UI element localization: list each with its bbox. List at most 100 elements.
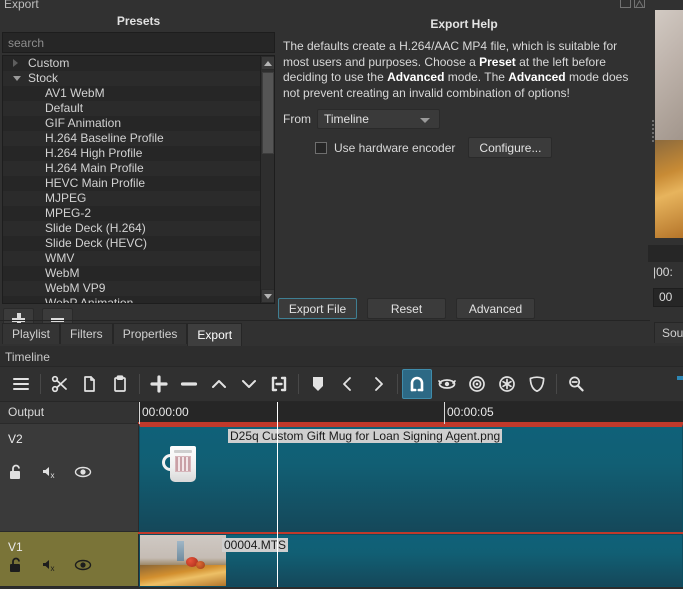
- export-help-section: Export Help The defaults create a H.264/…: [280, 13, 648, 293]
- unlock-icon[interactable]: [8, 464, 24, 480]
- preview-floor: [655, 139, 683, 238]
- ripple-icon[interactable]: [462, 369, 492, 399]
- preset-item-slide-deck-hevc[interactable]: Slide Deck (HEVC): [3, 236, 260, 251]
- next-marker-icon[interactable]: [363, 369, 393, 399]
- preset-item-stock[interactable]: Stock: [3, 71, 260, 86]
- zoom-out-icon[interactable]: [561, 369, 591, 399]
- preview-duration-field[interactable]: 00: [653, 288, 683, 307]
- ripple-delete-icon[interactable]: [174, 369, 204, 399]
- timeline-ruler[interactable]: 00:00:00 00:00:05: [138, 402, 683, 424]
- export-panel-titlebar: Export: [0, 0, 650, 13]
- scrub-while-dragging-icon[interactable]: [432, 369, 462, 399]
- preset-item-label: MJPEG: [45, 191, 87, 205]
- previous-marker-icon[interactable]: [333, 369, 363, 399]
- export-help-title: Export Help: [430, 17, 498, 31]
- track-head-v1[interactable]: V1 x: [0, 532, 138, 587]
- preset-item-webm[interactable]: WebM: [3, 266, 260, 281]
- presets-header: Presets: [116, 14, 161, 28]
- copy-icon[interactable]: [75, 369, 105, 399]
- timeline-tracks-area[interactable]: 00:00:00 00:00:05 D25q Custom Gift Mug f…: [138, 402, 683, 587]
- preset-tree[interactable]: Custom Stock AV1 WebM Default GIF Animation H…: [2, 55, 275, 304]
- preset-item-label: H.264 Main Profile: [45, 161, 144, 175]
- shotcut-window: Export Presets search Custom Stock AV1 Web…: [0, 0, 683, 589]
- chevron-down-icon[interactable]: [13, 76, 21, 81]
- export-file-button[interactable]: Export File: [278, 298, 357, 319]
- mute-icon[interactable]: x: [41, 464, 57, 480]
- preset-item-label: Stock: [28, 71, 59, 85]
- export-help-text: The defaults create a H.264/AAC MP4 file…: [283, 39, 646, 101]
- preset-item-default[interactable]: Default: [3, 101, 260, 116]
- source-tab[interactable]: Sour: [654, 322, 683, 343]
- preset-item-label: H.264 High Profile: [45, 146, 143, 160]
- track-row-v2[interactable]: D25q Custom Gift Mug for Loan Signing Ag…: [138, 424, 683, 532]
- preset-tree-scrollbar[interactable]: [260, 56, 274, 303]
- preset-item-wmv[interactable]: WMV: [3, 251, 260, 266]
- splitter-handle[interactable]: [650, 118, 655, 146]
- hide-icon[interactable]: [74, 557, 92, 573]
- tab-filters[interactable]: Filters: [60, 323, 113, 344]
- from-select[interactable]: Timeline: [317, 109, 440, 129]
- snap-icon[interactable]: [402, 369, 432, 399]
- hardware-encoder-label: Use hardware encoder: [334, 140, 456, 155]
- float-icon[interactable]: [620, 0, 631, 8]
- preset-search-input[interactable]: search: [2, 32, 275, 53]
- paste-icon[interactable]: [105, 369, 135, 399]
- marker-icon[interactable]: [303, 369, 333, 399]
- preset-item-label: WebM: [45, 266, 80, 280]
- timeline-toolbar: [0, 366, 683, 402]
- from-select-value: Timeline: [324, 112, 369, 126]
- tab-playlist[interactable]: Playlist: [2, 323, 61, 344]
- preset-item-webm-vp9[interactable]: WebM VP9: [3, 281, 260, 296]
- preset-item-gif-animation[interactable]: GIF Animation: [3, 116, 260, 131]
- advanced-button[interactable]: Advanced: [456, 298, 535, 319]
- append-icon[interactable]: [144, 369, 174, 399]
- unlock-icon[interactable]: [8, 557, 24, 573]
- track-row-v1[interactable]: 00004.MTS: [138, 532, 683, 587]
- clip-v2[interactable]: D25q Custom Gift Mug for Loan Signing Ag…: [139, 424, 683, 532]
- toolbar-separator: [393, 373, 402, 395]
- split-icon[interactable]: [264, 369, 294, 399]
- preset-item-webp-animation[interactable]: WebP Animation: [3, 296, 260, 304]
- preset-item-h-264-baseline-profile[interactable]: H.264 Baseline Profile: [3, 131, 260, 146]
- tab-properties[interactable]: Properties: [112, 323, 188, 344]
- timeline-title: Timeline: [5, 350, 50, 364]
- output-track-head[interactable]: Output: [0, 402, 138, 424]
- help-text-3: mode. The: [444, 70, 509, 84]
- svg-text:x: x: [51, 471, 55, 480]
- from-label: From: [283, 112, 311, 126]
- playhead[interactable]: [277, 402, 278, 587]
- hardware-encoder-checkbox[interactable]: [315, 141, 327, 154]
- configure-button[interactable]: Configure...: [468, 137, 553, 158]
- timeline-zoom-slider[interactable]: [677, 376, 683, 380]
- close-icon[interactable]: [634, 0, 645, 8]
- scrollbar-thumb[interactable]: [262, 72, 274, 154]
- clip-v1[interactable]: 00004.MTS: [139, 534, 683, 587]
- preset-item-h-264-main-profile[interactable]: H.264 Main Profile: [3, 161, 260, 176]
- preset-item-h-264-high-profile[interactable]: H.264 High Profile: [3, 146, 260, 161]
- lift-icon[interactable]: [204, 369, 234, 399]
- reset-button[interactable]: Reset: [367, 298, 446, 319]
- track-head-v2[interactable]: V2 x: [0, 424, 138, 532]
- preset-item-mpeg-2[interactable]: MPEG-2: [3, 206, 260, 221]
- scroll-down-button[interactable]: [261, 289, 274, 303]
- preset-item-slide-deck-h-264[interactable]: Slide Deck (H.264): [3, 221, 260, 236]
- overwrite-icon[interactable]: [234, 369, 264, 399]
- hide-icon[interactable]: [74, 464, 92, 480]
- track-v1-icons: x: [8, 557, 92, 573]
- preset-item-av1-webm[interactable]: AV1 WebM: [3, 86, 260, 101]
- preview-panel-strip: |00: 00 Sour: [648, 0, 683, 346]
- tab-export[interactable]: Export: [187, 323, 243, 346]
- ripple-all-tracks-icon[interactable]: [492, 369, 522, 399]
- mute-icon[interactable]: x: [41, 557, 57, 573]
- preset-item-hevc-main-profile[interactable]: HEVC Main Profile: [3, 176, 260, 191]
- preset-item-label: GIF Animation: [45, 116, 122, 130]
- timeline-menu-icon[interactable]: [6, 369, 36, 399]
- cut-icon[interactable]: [45, 369, 75, 399]
- preset-item-custom[interactable]: Custom: [3, 56, 260, 71]
- preset-item-mjpeg[interactable]: MJPEG: [3, 191, 260, 206]
- scroll-up-button[interactable]: [261, 56, 274, 70]
- ripple-markers-icon[interactable]: [522, 369, 552, 399]
- preset-item-label: WebP Animation: [45, 296, 134, 304]
- chevron-right-icon[interactable]: [13, 59, 18, 67]
- preset-item-label: HEVC Main Profile: [45, 176, 146, 190]
